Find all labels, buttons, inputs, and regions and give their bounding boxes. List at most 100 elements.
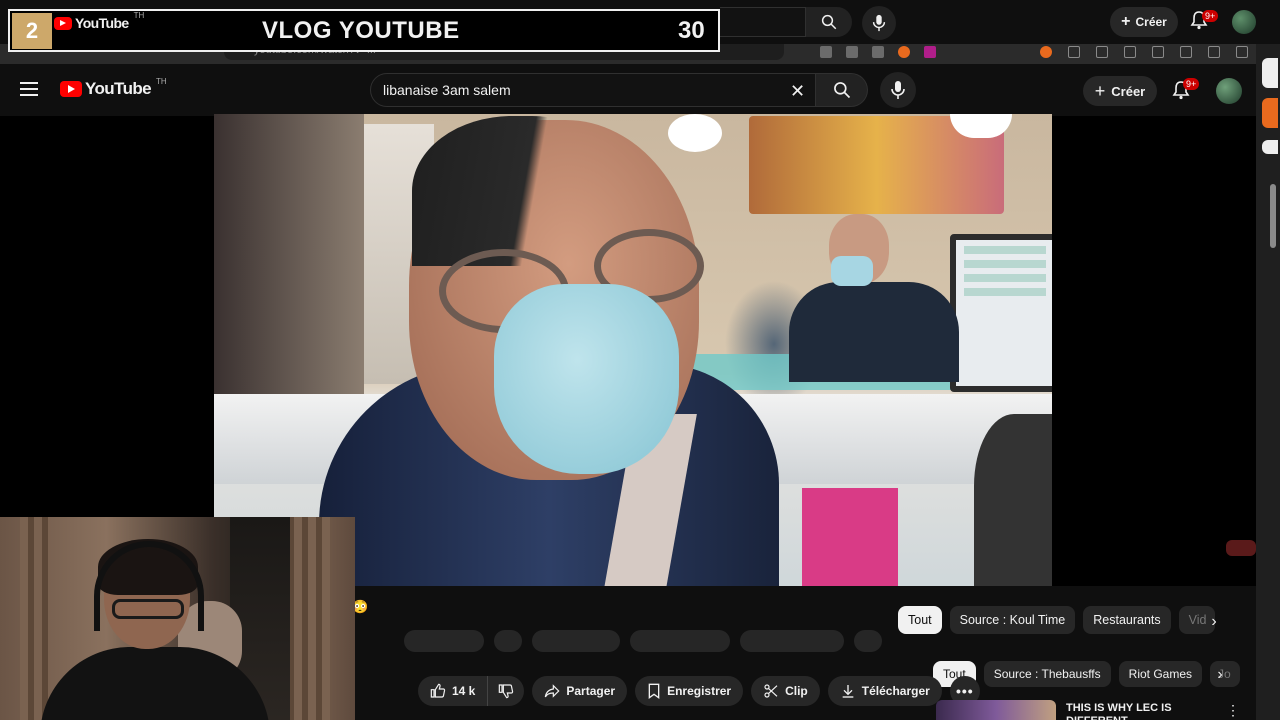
channel-watermark[interactable]	[1226, 540, 1256, 556]
background-related-chips: Tout Source : Koul Time Restaurants Vid	[898, 606, 1215, 634]
orange-cart-extension-icon[interactable]	[1262, 98, 1278, 128]
background-mic-button[interactable]	[862, 6, 896, 40]
chip-all[interactable]: Tout	[898, 606, 942, 634]
media-icon[interactable]	[1124, 46, 1136, 58]
mic-icon	[872, 14, 886, 32]
browser-toolbar-icons	[820, 46, 936, 58]
video-scene-face-mask	[494, 284, 679, 474]
clear-search-icon[interactable]: ✕	[790, 81, 805, 102]
tab-icon[interactable]	[846, 46, 858, 58]
search-icon	[821, 14, 837, 30]
recommended-video-title[interactable]: THIS IS WHY LEC IS DIFFERENT	[1066, 702, 1206, 720]
bookmark-icon[interactable]	[1096, 46, 1108, 58]
hamburger-menu-icon[interactable]	[20, 82, 38, 96]
puzzle-icon[interactable]	[1068, 46, 1080, 58]
youtube-header: YouTube TH libanaise 3am salem ✕ + Créer…	[0, 64, 1256, 116]
browser-side-panel	[1256, 44, 1280, 720]
more-vertical-icon[interactable]: ⋮	[1226, 702, 1240, 719]
search-icon	[833, 82, 850, 99]
video-scene-monitor	[950, 234, 1052, 392]
logo-region: TH	[156, 76, 167, 86]
chips-next-arrow-icon[interactable]: ›	[1208, 661, 1232, 689]
download-icon[interactable]	[1180, 46, 1192, 58]
profile-icon[interactable]	[1208, 46, 1220, 58]
webcam-person-glasses	[112, 599, 184, 619]
side-panel-tab[interactable]	[1262, 140, 1278, 154]
split-icon[interactable]	[1152, 46, 1164, 58]
background-action-buttons	[404, 630, 882, 652]
download-button[interactable]: Télécharger	[827, 676, 942, 706]
background-create-label: Créer	[1135, 15, 1167, 29]
video-scene-background-person	[789, 214, 959, 382]
search-button[interactable]	[816, 73, 868, 107]
youtube-play-icon	[54, 16, 72, 30]
like-count: 14 k	[452, 684, 476, 698]
save-button[interactable]: Enregistrer	[635, 676, 744, 706]
download-label: Télécharger	[861, 684, 930, 698]
share-button[interactable]: Partager	[532, 676, 628, 706]
avatar[interactable]	[1216, 78, 1242, 104]
stream-overlay-banner: 2 YouTube TH VLOG YOUTUBE 30	[8, 9, 720, 52]
create-label: Créer	[1111, 83, 1146, 99]
overlay-badge-number: 2	[12, 13, 52, 49]
aria-icon[interactable]	[924, 46, 936, 58]
clip-button[interactable]: Clip	[751, 676, 820, 706]
scrollbar-thumb[interactable]	[1270, 184, 1276, 248]
logo-text: YouTube	[85, 79, 152, 98]
create-button[interactable]: + Créer	[1083, 76, 1157, 106]
mic-icon	[891, 81, 905, 99]
search-query: libanaise 3am salem	[383, 82, 511, 98]
thumbs-down-icon	[499, 684, 514, 699]
browser-extension-icons	[1040, 46, 1248, 58]
thumbs-up-icon	[430, 683, 446, 698]
chip-riot-games[interactable]: Riot Games	[1118, 661, 1203, 687]
chip-source[interactable]: Source : Koul Time	[949, 606, 1076, 634]
translate-icon[interactable]	[820, 46, 832, 58]
video-scene-hair	[412, 116, 612, 266]
video-scene-pink-box	[802, 488, 898, 586]
extension-icon[interactable]	[1040, 46, 1052, 58]
scissors-icon	[764, 684, 778, 698]
video-scene-right-person	[974, 414, 1052, 586]
overlay-count: 30	[678, 17, 705, 44]
search-input[interactable]: libanaise 3am salem	[370, 73, 816, 107]
clip-label: Clip	[785, 684, 808, 698]
save-label: Enregistrer	[667, 684, 732, 698]
like-dislike-group: 14 k	[418, 676, 525, 706]
video-frame[interactable]	[214, 114, 1052, 586]
background-create-button[interactable]: + Créer	[1110, 7, 1178, 37]
chips-next-arrow-icon[interactable]: ›	[1202, 608, 1226, 636]
share-icon[interactable]	[872, 46, 884, 58]
chip-source[interactable]: Source : Thebausffs	[983, 661, 1111, 687]
overlay-logo-text: YouTube	[75, 15, 129, 31]
plus-icon: +	[1094, 80, 1106, 101]
brave-icon[interactable]	[898, 46, 910, 58]
video-scene-lamp	[668, 114, 722, 152]
webcam-feed	[0, 517, 355, 720]
background-search-input	[720, 7, 806, 37]
webcam-curtain	[20, 517, 50, 720]
share-label: Partager	[566, 684, 616, 698]
video-actions: 14 k Partager Enregistrer Clip Télécharg…	[418, 676, 980, 706]
overlay-logo-region: TH	[133, 10, 145, 20]
notification-badge: 9+	[1183, 78, 1200, 90]
chip-restaurants[interactable]: Restaurants	[1083, 606, 1171, 634]
recommended-video-thumbnail[interactable]	[936, 700, 1056, 720]
youtube-logo[interactable]: YouTube TH	[60, 76, 167, 99]
overlay-youtube-logo: YouTube TH	[54, 11, 144, 31]
cart-extension-icon[interactable]	[1262, 58, 1278, 88]
background-avatar[interactable]	[1232, 10, 1256, 34]
share-icon	[545, 684, 560, 698]
voice-search-button[interactable]	[880, 72, 916, 108]
menu-icon[interactable]	[1236, 46, 1248, 58]
background-notification-badge: 9+	[1202, 10, 1219, 22]
more-horizontal-icon: •••	[955, 683, 974, 699]
like-button[interactable]: 14 k	[418, 676, 489, 706]
dislike-button[interactable]	[488, 676, 525, 706]
background-search-button[interactable]	[806, 7, 852, 37]
video-scene-wall	[214, 114, 364, 414]
overlay-title: VLOG YOUTUBE	[262, 17, 460, 44]
download-icon	[842, 685, 854, 698]
youtube-play-icon	[60, 81, 82, 97]
bookmark-icon	[648, 683, 660, 699]
